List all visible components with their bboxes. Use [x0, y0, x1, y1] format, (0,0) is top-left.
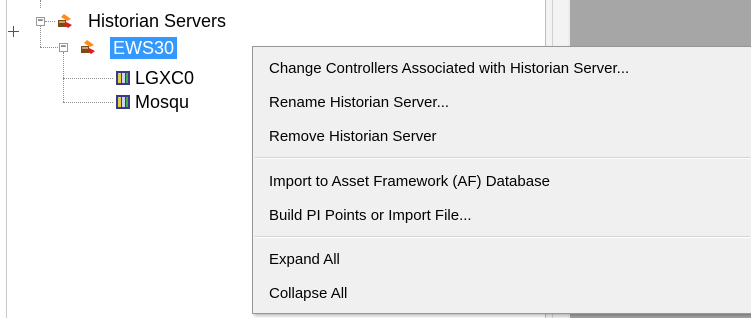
menu-item-expand-all[interactable]: Expand All	[253, 245, 751, 275]
historian-server-icon	[81, 40, 95, 54]
tree-item-ews30[interactable]: EWS30	[110, 37, 178, 59]
collapse-toggle-historian-servers[interactable]: −	[36, 17, 45, 26]
tree-item-controller[interactable]: LGXC0	[135, 67, 194, 89]
historian-server-icon	[58, 14, 72, 28]
menu-separator	[255, 236, 750, 238]
menu-item-import-to-af-database[interactable]: Import to Asset Framework (AF) Database	[253, 167, 751, 197]
tree-line	[40, 26, 41, 47]
tree-line	[45, 21, 55, 22]
collapse-toggle-ews30[interactable]: −	[59, 43, 68, 52]
tree-line	[63, 78, 113, 79]
tree-item-historian-servers[interactable]: Historian Servers	[88, 10, 226, 32]
controller-icon	[116, 71, 130, 85]
menu-separator	[255, 157, 750, 159]
menu-item-build-pi-points[interactable]: Build PI Points or Import File...	[253, 201, 751, 231]
menu-item-remove-historian-server[interactable]: Remove Historian Server	[253, 122, 751, 152]
controller-icon	[116, 95, 130, 109]
tree-line	[40, 0, 41, 8]
tree-line	[63, 52, 64, 102]
menu-item-rename-historian-server[interactable]: Rename Historian Server...	[253, 88, 751, 118]
menu-item-collapse-all[interactable]: Collapse All	[253, 279, 751, 309]
menu-item-change-controllers[interactable]: Change Controllers Associated with Histo…	[253, 54, 751, 84]
tree-line	[63, 102, 113, 103]
tree-left-border	[6, 0, 7, 318]
tree-item-controller[interactable]: Mosqu	[135, 91, 189, 113]
cursor-crosshair-v	[13, 26, 14, 37]
context-menu: Change Controllers Associated with Histo…	[252, 46, 751, 314]
